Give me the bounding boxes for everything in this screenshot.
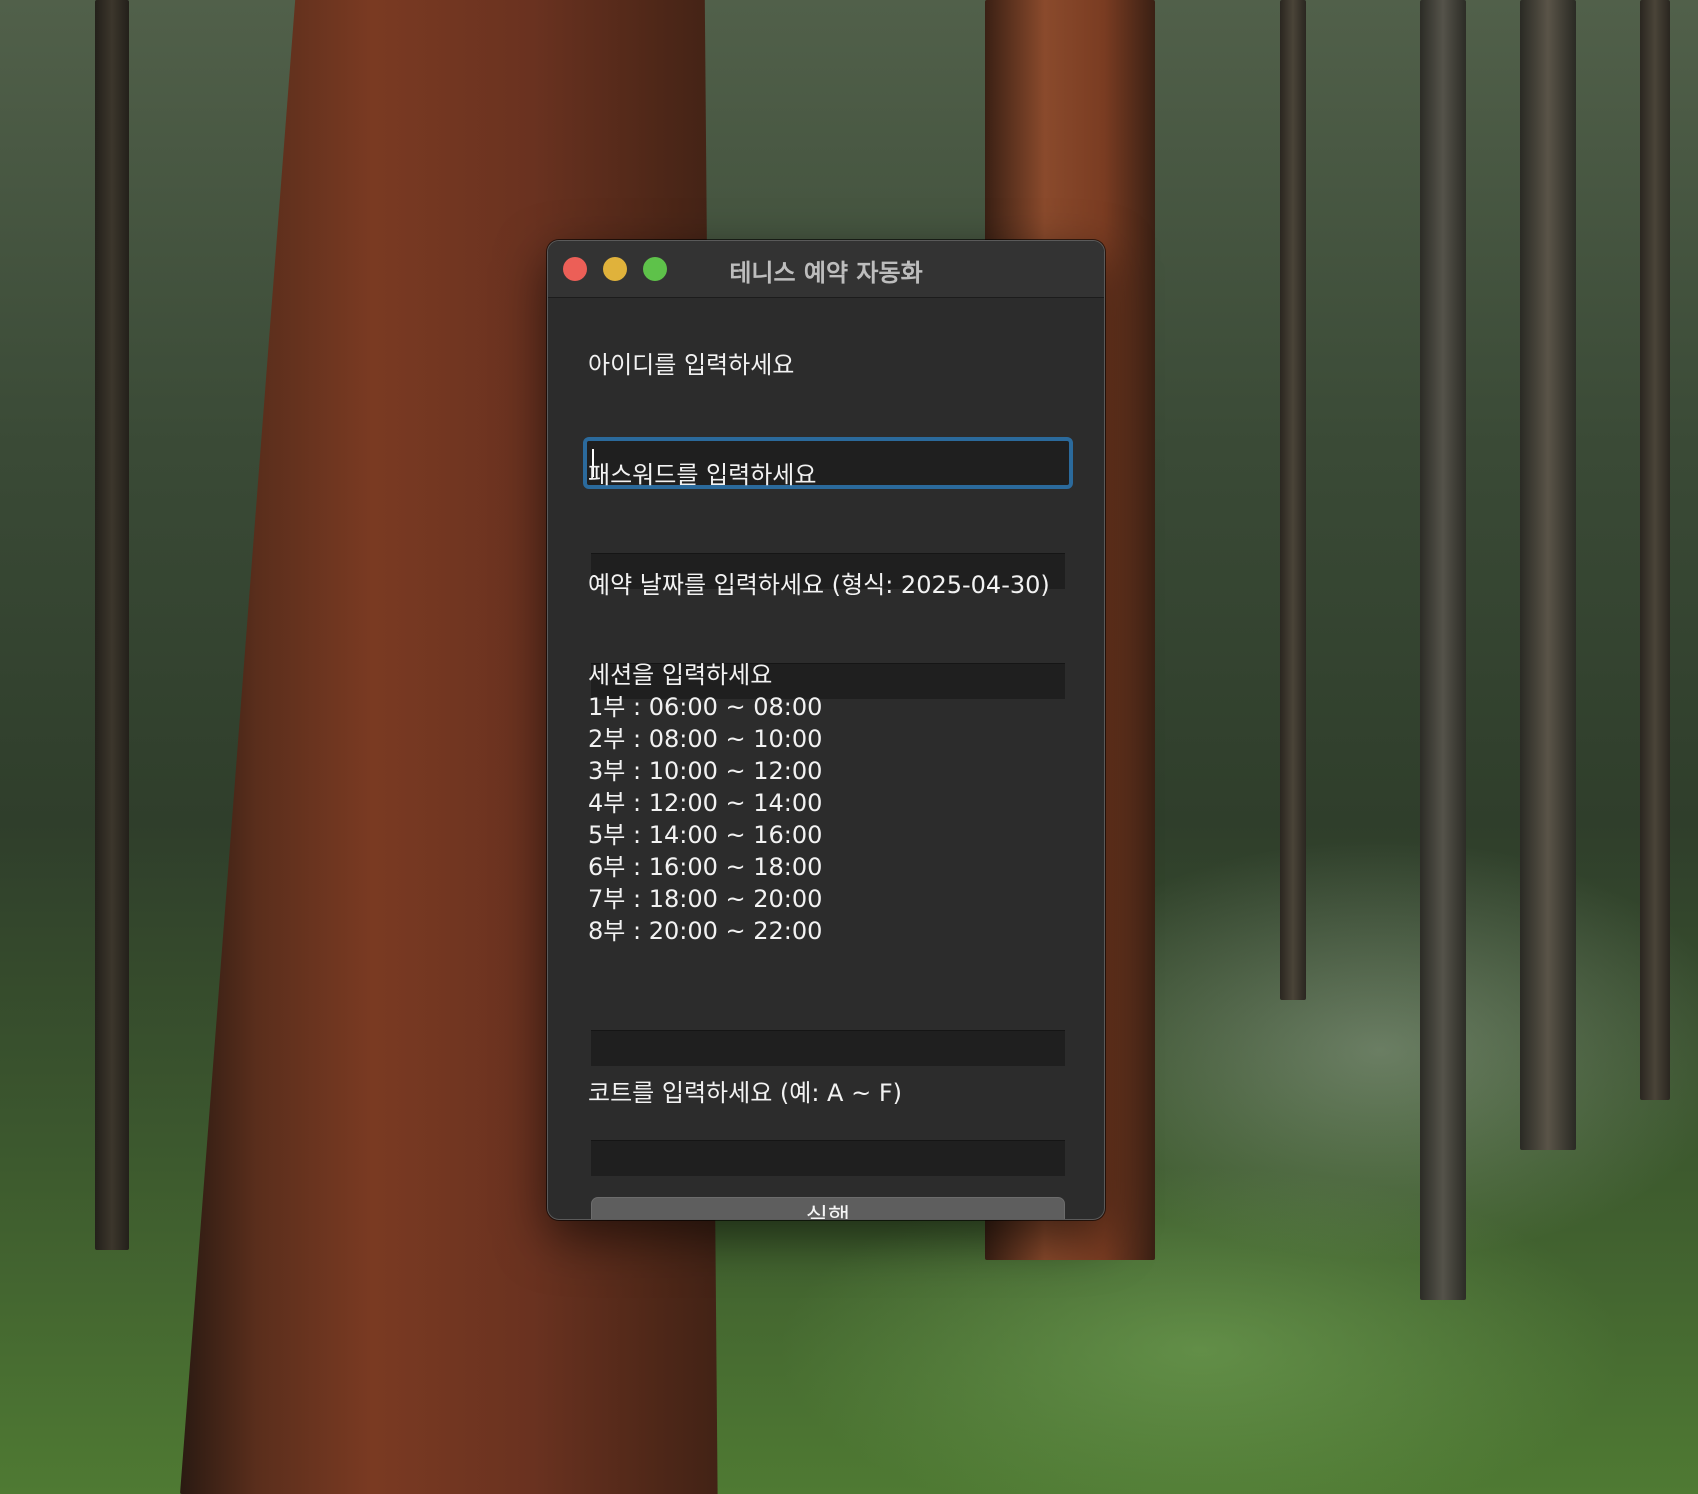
id-label: 아이디를 입력하세요	[588, 351, 795, 379]
session-option: 5부 : 14:00 ~ 16:00	[588, 821, 823, 849]
session-option: 2부 : 08:00 ~ 10:00	[588, 725, 823, 753]
window-title: 테니스 예약 자동화	[729, 259, 923, 287]
session-option: 8부 : 20:00 ~ 22:00	[588, 917, 823, 945]
app-window: 테니스 예약 자동화 아이디를 입력하세요 패스워드를 입력하세요 예약 날짜를…	[547, 240, 1105, 1220]
court-label: 코트를 입력하세요 (예: A ~ F)	[588, 1079, 903, 1107]
court-input[interactable]	[591, 1141, 1065, 1176]
session-option: 6부 : 16:00 ~ 18:00	[588, 853, 823, 881]
wallpaper-tree	[1640, 0, 1670, 1100]
session-option: 1부 : 06:00 ~ 08:00	[588, 693, 823, 721]
session-instructions: 세션을 입력하세요 1부 : 06:00 ~ 08:00 2부 : 08:00 …	[588, 659, 822, 947]
wallpaper-tree	[1280, 0, 1306, 1000]
session-field-wrapper[interactable]	[591, 1030, 1065, 1066]
date-label: 예약 날짜를 입력하세요 (형식: 2025-04-30)	[588, 571, 1050, 599]
session-input[interactable]	[591, 1031, 1065, 1066]
session-option: 7부 : 18:00 ~ 20:00	[588, 885, 823, 913]
wallpaper-tree	[1520, 0, 1576, 1150]
session-label: 세션을 입력하세요	[588, 661, 773, 689]
wallpaper-tree	[95, 0, 129, 1250]
session-option: 3부 : 10:00 ~ 12:00	[588, 757, 823, 785]
desktop-wallpaper: 테니스 예약 자동화 아이디를 입력하세요 패스워드를 입력하세요 예약 날짜를…	[0, 0, 1698, 1494]
session-option: 4부 : 12:00 ~ 14:00	[588, 789, 823, 817]
wallpaper-tree	[1420, 0, 1466, 1300]
run-button[interactable]: 실행	[591, 1197, 1065, 1219]
password-label: 패스워드를 입력하세요	[588, 461, 817, 489]
court-field-wrapper[interactable]	[591, 1140, 1065, 1176]
title-bar[interactable]: 테니스 예약 자동화	[548, 241, 1104, 298]
